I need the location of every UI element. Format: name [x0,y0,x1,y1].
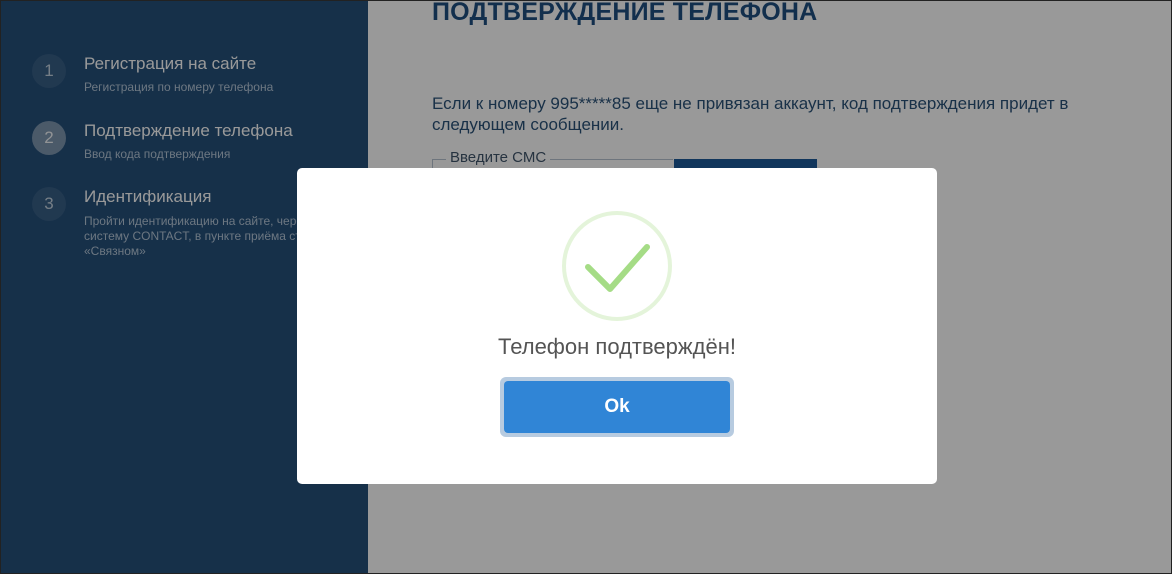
success-dialog: Телефон подтверждён! Ok [297,168,937,484]
ok-button[interactable]: Ok [504,381,730,433]
dialog-message: Телефон подтверждён! [498,334,736,359]
success-check-icon [562,211,672,321]
ok-button-focus-ring: Ok [500,377,734,437]
app-window: 1 Регистрация на сайте Регистрация по но… [0,0,1172,574]
